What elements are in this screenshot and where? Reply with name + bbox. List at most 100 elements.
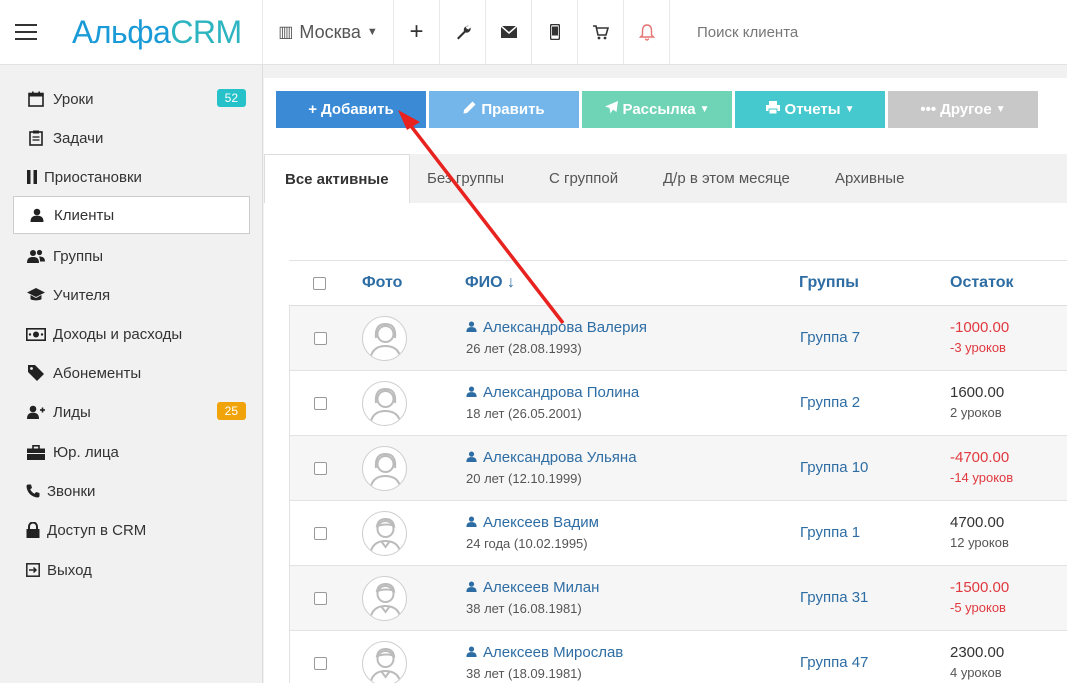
column-header-photo: Фото — [362, 274, 403, 291]
pause-icon — [25, 170, 39, 184]
logo-crm-text: CRM — [170, 13, 242, 50]
sidebar-item-subscriptions[interactable]: Абонементы — [13, 354, 250, 392]
select-all-checkbox[interactable] — [313, 277, 326, 290]
row-checkbox[interactable] — [314, 592, 327, 605]
tab-no-group[interactable]: Без группы — [427, 154, 504, 203]
logo[interactable]: Альфа CRM — [52, 0, 263, 64]
client-name: Александрова Валерия — [483, 319, 647, 336]
calendar-icon — [25, 91, 47, 107]
client-lessons-left: -3 уроков — [950, 340, 1006, 355]
column-header-groups[interactable]: Группы — [799, 274, 859, 292]
user-plus-icon — [25, 405, 47, 419]
main-panel: + Добавить Править Рассылка ▼ Отчеты ▼ ••• Д… — [264, 78, 1067, 683]
sidebar-item-pauses[interactable]: Приостановки — [13, 158, 250, 196]
table-header: Фото ФИО ↓ Группы Остаток — [289, 260, 1067, 306]
bell-icon[interactable] — [624, 0, 670, 64]
sidebar-item-logout[interactable]: Выход — [13, 551, 250, 589]
sign-out-icon — [25, 563, 41, 577]
sidebar-item-crm-access[interactable]: Доступ в CRM — [13, 511, 250, 549]
phone-icon — [25, 484, 41, 498]
wrench-icon[interactable] — [440, 0, 486, 64]
client-age: 20 лет (12.10.1999) — [466, 471, 582, 486]
row-checkbox[interactable] — [314, 527, 327, 540]
client-group-link[interactable]: Группа 47 — [800, 654, 868, 671]
client-group-link[interactable]: Группа 2 — [800, 394, 860, 411]
user-icon — [466, 516, 477, 530]
mailing-button[interactable]: Рассылка ▼ — [582, 91, 732, 128]
tab-all-active[interactable]: Все активные — [264, 154, 410, 203]
pencil-icon — [463, 101, 476, 118]
client-group-link[interactable]: Группа 31 — [800, 589, 868, 606]
client-name-link[interactable]: Алексеев Милан — [466, 579, 599, 596]
sidebar-item-label: Уроки — [53, 90, 94, 108]
sidebar-item-leads[interactable]: Лиды 25 — [13, 393, 250, 431]
sidebar-item-clients[interactable]: Клиенты — [13, 196, 250, 234]
top-bar: Альфа CRM ▥ Москва ▼ + Поиск клиента — [0, 0, 1067, 65]
city-label: Москва — [299, 21, 361, 42]
clipboard-icon — [25, 130, 47, 146]
search-input[interactable]: Поиск клиента — [670, 0, 1067, 64]
leads-count-badge: 25 — [216, 402, 246, 420]
sidebar-item-groups[interactable]: Группы — [13, 237, 250, 275]
plus-icon[interactable]: + — [394, 0, 440, 64]
user-icon — [466, 646, 477, 660]
client-group-link[interactable]: Группа 10 — [800, 459, 868, 476]
graduation-cap-icon — [25, 288, 47, 302]
tab-archived[interactable]: Архивные — [835, 154, 904, 203]
table-row[interactable]: Алексеев Милан 38 лет (16.08.1981) Группа … — [289, 566, 1067, 631]
mobile-icon[interactable] — [532, 0, 578, 64]
user-icon — [466, 386, 477, 400]
row-checkbox[interactable] — [314, 657, 327, 670]
chevron-down-icon: ▼ — [995, 104, 1006, 115]
print-icon — [765, 101, 780, 118]
envelope-icon[interactable] — [486, 0, 532, 64]
client-lessons-left: 4 уроков — [950, 665, 1002, 680]
sidebar-item-finances[interactable]: Доходы и расходы — [13, 315, 250, 353]
sidebar-item-label: Группы — [53, 247, 103, 265]
user-icon — [466, 581, 477, 595]
edit-button[interactable]: Править — [429, 91, 579, 128]
table-row[interactable]: Александрова Полина 18 лет (26.05.2001) Гр… — [289, 371, 1067, 436]
row-checkbox[interactable] — [314, 332, 327, 345]
client-group-link[interactable]: Группа 1 — [800, 524, 860, 541]
sidebar-item-lessons[interactable]: Уроки 52 — [13, 80, 250, 118]
table-row[interactable]: Алексеев Вадим 24 года (10.02.1995) Группа… — [289, 501, 1067, 566]
client-balance: -1000.00 — [950, 319, 1010, 336]
tab-birthday-month[interactable]: Д/р в этом месяце — [663, 154, 790, 203]
tabs-bar: Все активные Без группы С группой Д/р в … — [264, 154, 1067, 203]
row-checkbox[interactable] — [314, 397, 327, 410]
table-row[interactable]: Алексеев Мирослав 38 лет (18.09.1981) Груп… — [289, 631, 1067, 683]
client-name-link[interactable]: Александрова Полина — [466, 384, 639, 401]
client-lessons-left: 12 уроков — [950, 535, 1009, 550]
client-name-link[interactable]: Александрова Ульяна — [466, 449, 637, 466]
sidebar-item-teachers[interactable]: Учителя — [13, 276, 250, 314]
client-name-link[interactable]: Александрова Валерия — [466, 319, 647, 336]
city-selector[interactable]: ▥ Москва ▼ — [263, 0, 394, 64]
column-header-name[interactable]: ФИО ↓ — [465, 274, 515, 292]
table-row[interactable]: Александрова Валерия 26 лет (28.08.1993) Г… — [289, 306, 1067, 371]
client-name-link[interactable]: Алексеев Вадим — [466, 514, 599, 531]
avatar — [362, 446, 407, 491]
sidebar-item-tasks[interactable]: Задачи — [13, 119, 250, 157]
client-group-link[interactable]: Группа 7 — [800, 329, 860, 346]
row-checkbox[interactable] — [314, 462, 327, 475]
chevron-down-icon: ▼ — [699, 104, 710, 115]
sidebar-item-legal-entities[interactable]: Юр. лица — [13, 433, 250, 471]
sidebar-item-calls[interactable]: Звонки — [13, 472, 250, 510]
other-button[interactable]: ••• Другое ▼ — [888, 91, 1038, 128]
tab-with-group[interactable]: С группой — [549, 154, 618, 203]
client-balance: 4700.00 — [950, 514, 1005, 531]
column-header-balance[interactable]: Остаток — [950, 274, 1013, 292]
reports-button-label: Отчеты — [784, 101, 841, 118]
cart-icon[interactable] — [578, 0, 624, 64]
add-button[interactable]: + Добавить — [276, 91, 426, 128]
sidebar-item-label: Приостановки — [44, 168, 142, 186]
client-name-link[interactable]: Алексеев Мирослав — [466, 644, 623, 661]
table-row[interactable]: Александрова Ульяна 20 лет (12.10.1999) Гр… — [289, 436, 1067, 501]
client-name: Алексеев Мирослав — [483, 644, 624, 661]
reports-button[interactable]: Отчеты ▼ — [735, 91, 885, 128]
client-age: 38 лет (16.08.1981) — [466, 601, 582, 616]
sidebar-item-label: Доступ в CRM — [47, 521, 147, 539]
client-age: 24 года (10.02.1995) — [466, 536, 588, 551]
menu-icon[interactable] — [0, 0, 52, 64]
